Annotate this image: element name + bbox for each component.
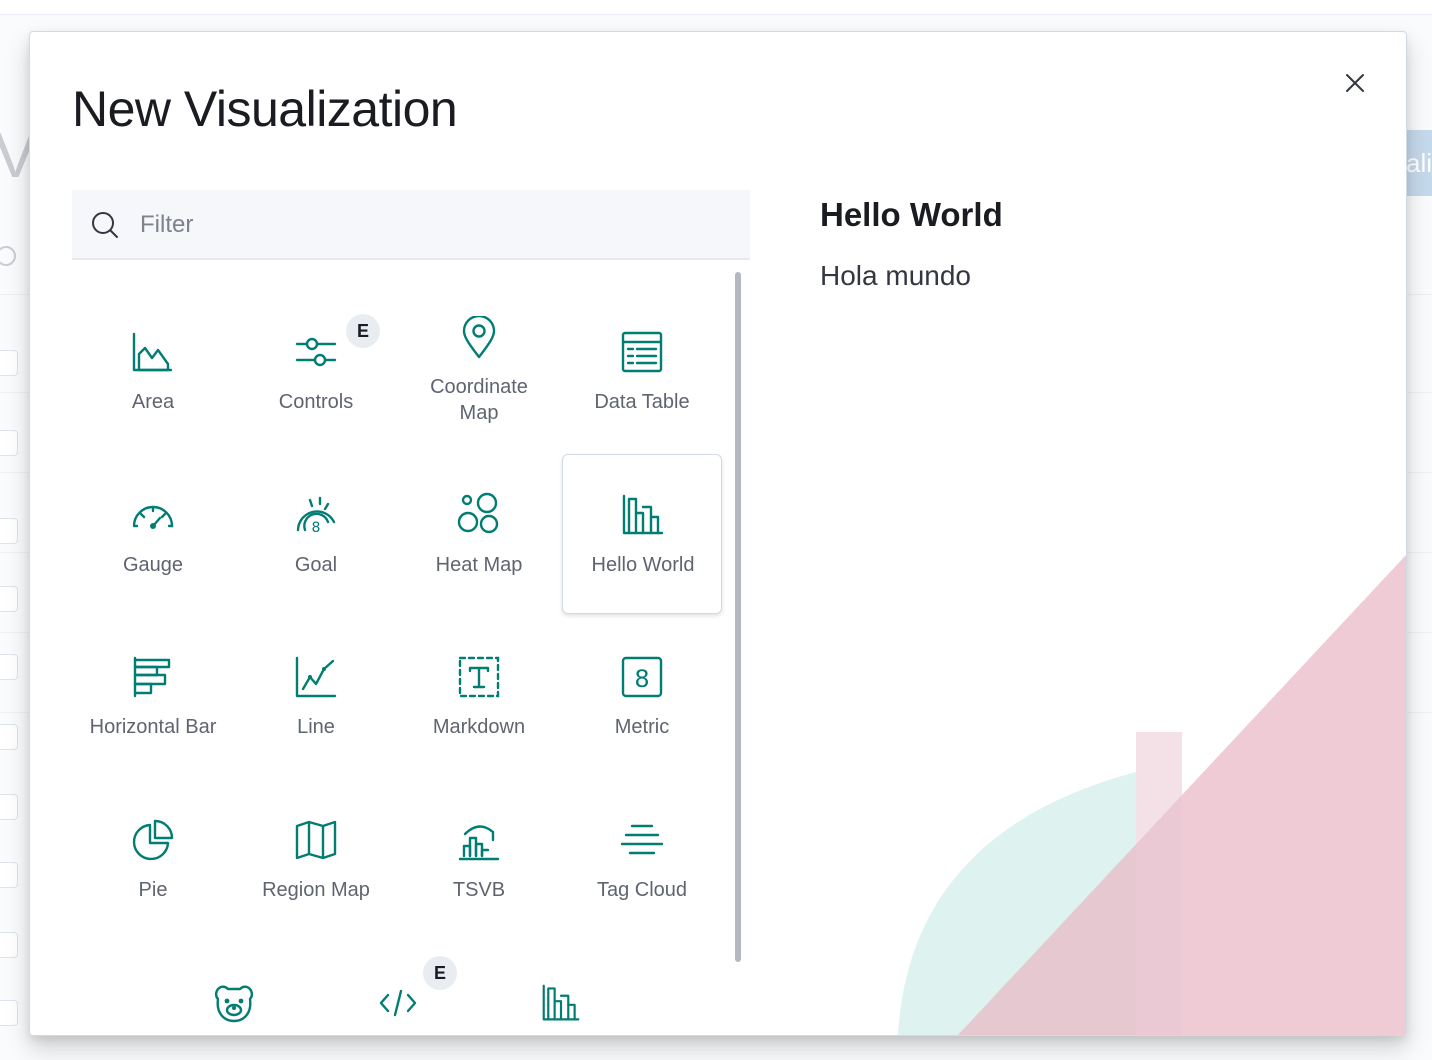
close-icon: [1346, 74, 1364, 92]
vis-type-line[interactable]: Line: [236, 617, 396, 777]
hello-world-icon: [622, 494, 664, 535]
background-row-checkbox: [0, 430, 18, 456]
vis-type-label: Tag Cloud: [596, 879, 688, 901]
vis-type-hello-world[interactable]: Hello World: [562, 454, 722, 614]
promo-item-bear[interactable]: [204, 975, 264, 1031]
gauge-icon: [132, 505, 174, 529]
vis-type-label: Pie: [138, 879, 168, 901]
hello-world-icon: [542, 984, 580, 1021]
search-icon: [92, 212, 118, 238]
filter-input[interactable]: [138, 190, 732, 260]
background-row-checkbox: [0, 654, 18, 680]
background-row-checkbox: [0, 862, 18, 888]
vis-type-data-table[interactable]: Data Table: [562, 314, 722, 474]
new-visualization-modal: New Visualization Area: [29, 31, 1407, 1036]
controls-icon: [295, 337, 337, 367]
description-text: Hola mundo: [820, 260, 971, 291]
bear-icon: [214, 985, 254, 1023]
vis-type-region-map[interactable]: Region Map: [236, 780, 396, 940]
vis-type-label: Controls: [278, 391, 354, 413]
area-chart-icon: [132, 332, 173, 372]
background-create-button-label: ali: [1406, 148, 1432, 178]
vis-type-label: Heat Map: [435, 554, 523, 576]
background-row-checkbox: [0, 350, 18, 376]
vis-type-label: Markdown: [432, 716, 526, 738]
tsvb-icon: [458, 825, 500, 861]
tag-cloud-icon: [620, 824, 664, 855]
svg-text:8: 8: [634, 665, 649, 693]
vis-type-label: Hello World: [591, 554, 695, 576]
vis-type-label: Metric: [614, 716, 670, 738]
metric-icon: 8: [621, 656, 663, 698]
vis-type-metric[interactable]: 8 Metric: [562, 617, 722, 777]
vis-type-label: Goal: [294, 554, 338, 576]
vis-type-goal[interactable]: 8 Goal: [236, 454, 396, 614]
horizontal-bar-icon: [133, 656, 171, 698]
pie-chart-icon: [132, 819, 174, 861]
vis-type-controls[interactable]: Controls E: [236, 314, 396, 474]
vis-type-label: Gauge: [122, 554, 184, 576]
promo-item-code[interactable]: [368, 975, 428, 1031]
svg-text:8: 8: [312, 520, 321, 536]
vis-type-label: Coordinate Map: [430, 376, 528, 424]
description-title: Hello World: [820, 196, 1003, 233]
vis-type-label: Horizontal Bar: [89, 716, 217, 738]
vis-type-markdown[interactable]: Markdown: [399, 617, 559, 777]
goal-icon: 8: [296, 496, 336, 536]
line-chart-icon: [295, 656, 337, 698]
vis-type-pie[interactable]: Pie: [73, 780, 233, 940]
vis-type-label: Area: [131, 391, 175, 413]
vis-type-gauge[interactable]: Gauge: [73, 454, 233, 614]
filter-search-field: [72, 190, 750, 260]
vis-type-label: Data Table: [594, 391, 690, 413]
vis-type-horizontal-bar[interactable]: Horizontal Bar: [73, 617, 233, 777]
vis-type-tsvb[interactable]: TSVB: [399, 780, 559, 940]
background-row-checkbox: [0, 932, 18, 958]
background-search-icon: [0, 246, 16, 266]
vis-type-label: TSVB: [452, 879, 506, 901]
experimental-badge: E: [346, 314, 380, 348]
vis-type-label: Region Map: [262, 879, 370, 901]
vis-type-area[interactable]: Area: [73, 314, 233, 474]
background-row-checkbox: [0, 1000, 18, 1026]
map-pin-icon: [462, 316, 496, 359]
vis-type-label: Line: [297, 716, 335, 738]
visualization-type-grid: Area Controls E Coordinate Map Data Tabl…: [72, 272, 750, 962]
experimental-badge: E: [423, 956, 457, 990]
code-icon: [379, 989, 417, 1017]
heat-map-icon: [457, 492, 499, 534]
background-row-checkbox: [0, 518, 18, 544]
close-button[interactable]: [1335, 63, 1375, 103]
modal-title: New Visualization: [72, 81, 458, 137]
vis-type-coordinate-map[interactable]: Coordinate Map: [399, 314, 559, 474]
region-map-icon: [295, 820, 337, 860]
data-table-icon: [621, 331, 663, 373]
grid-scrollbar[interactable]: [735, 272, 741, 962]
promo-item-hello-world[interactable]: [531, 975, 591, 1031]
background-row-checkbox: [0, 724, 18, 750]
background-row-checkbox: [0, 794, 18, 820]
markdown-icon: [458, 656, 500, 698]
vis-type-heat-map[interactable]: Heat Map: [399, 454, 559, 614]
background-top-bar: [0, 0, 1432, 15]
vis-type-tag-cloud[interactable]: Tag Cloud: [562, 780, 722, 940]
background-row-checkbox: [0, 586, 18, 612]
